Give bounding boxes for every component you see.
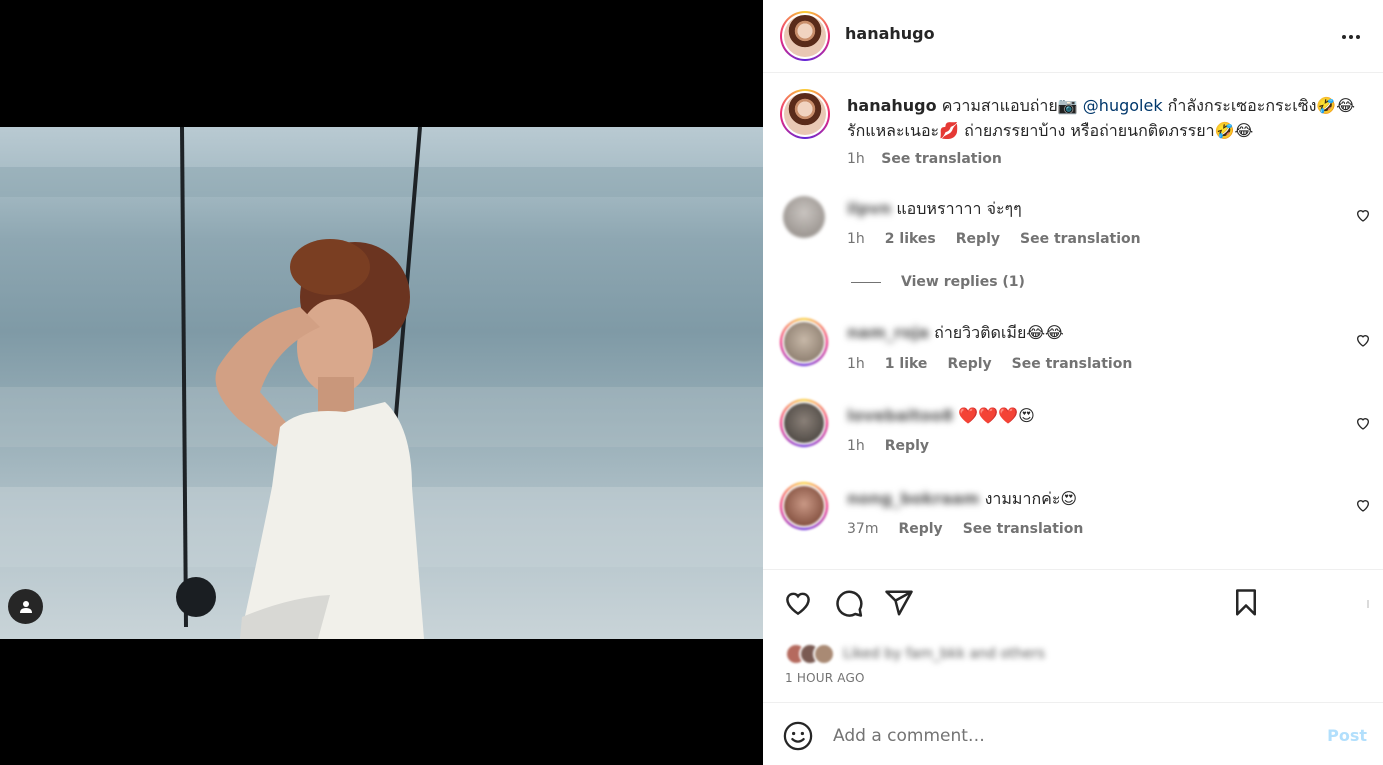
- comment-username[interactable]: nong_bokraam: [847, 489, 979, 508]
- comment-time[interactable]: 1h: [847, 356, 865, 372]
- view-replies-button[interactable]: View replies (1): [851, 274, 1025, 290]
- caption-text: ความสาแอบถ่าย📷: [936, 96, 1083, 115]
- caption-username[interactable]: hanahugo: [847, 96, 937, 115]
- comment-composer: Post: [763, 702, 1383, 765]
- comment-meta: 1h 1 like Reply See translation: [847, 356, 1152, 372]
- comment-text: แอบหราาาา จ่ะๆๆ: [896, 199, 1022, 218]
- post-comment-button[interactable]: Post: [1327, 726, 1367, 745]
- more-options-icon[interactable]: [1339, 25, 1363, 49]
- tagged-users-button[interactable]: [8, 589, 43, 624]
- share-icon[interactable]: [884, 588, 914, 618]
- like-heart-icon[interactable]: [783, 588, 813, 618]
- comment-meta: 1h Reply: [847, 438, 949, 454]
- comment-time[interactable]: 1h: [847, 231, 865, 247]
- post-actions: [763, 569, 1383, 639]
- comment-username[interactable]: lovebaitoo8: [847, 406, 953, 425]
- post-sidebar: hanahugo hanahugo ความสาแอบถ่าย📷 @hugole…: [763, 0, 1383, 765]
- caption-see-translation[interactable]: See translation: [881, 151, 1002, 167]
- comment-icon[interactable]: [834, 588, 864, 618]
- comment-likes[interactable]: 2 likes: [885, 231, 936, 247]
- emoji-icon[interactable]: [783, 721, 813, 751]
- comment-avatar[interactable]: [780, 399, 828, 447]
- post-header: hanahugo: [763, 0, 1383, 73]
- comment-avatar[interactable]: [783, 196, 825, 238]
- comment-text: ❤️❤️❤️😍: [958, 406, 1035, 425]
- comment-reply-button[interactable]: Reply: [956, 231, 1000, 247]
- comment-meta: 37m Reply See translation: [847, 521, 1103, 537]
- comment-like-heart-icon[interactable]: [1355, 332, 1371, 348]
- comment-see-translation[interactable]: See translation: [963, 521, 1084, 537]
- comment-reply-button[interactable]: Reply: [898, 521, 942, 537]
- comment-username[interactable]: nam_roja: [847, 323, 929, 342]
- liker-avatars: [785, 643, 835, 665]
- comment-username[interactable]: ilpvn: [847, 199, 891, 218]
- author-avatar[interactable]: [780, 11, 830, 61]
- save-bookmark-icon[interactable]: [1231, 588, 1261, 618]
- scroll-indicator: [1367, 600, 1369, 608]
- photo-subject: [176, 127, 424, 639]
- comment-row: lovebaitoo8 ❤️❤️❤️😍: [847, 405, 1035, 427]
- comment-reply-button[interactable]: Reply: [947, 356, 991, 372]
- comment-time[interactable]: 37m: [847, 521, 878, 537]
- caption-time[interactable]: 1h: [847, 151, 865, 167]
- post-photo[interactable]: [0, 127, 763, 639]
- caption-avatar[interactable]: [780, 89, 830, 139]
- comment-see-translation[interactable]: See translation: [1012, 356, 1133, 372]
- comment-meta: 1h 2 likes Reply See translation: [847, 231, 1161, 247]
- caption-meta: 1h See translation: [847, 147, 1357, 172]
- comment-likes[interactable]: 1 like: [885, 356, 928, 372]
- comment-row: ilpvn แอบหราาาา จ่ะๆๆ: [847, 198, 1022, 220]
- comment-row: nong_bokraam งามมากค่ะ😍: [847, 488, 1077, 510]
- comment-input[interactable]: [833, 722, 1303, 750]
- author-username[interactable]: hanahugo: [845, 24, 935, 43]
- post-media: [0, 0, 763, 765]
- caption-mention[interactable]: @hugolek: [1083, 96, 1163, 115]
- comment-see-translation[interactable]: See translation: [1020, 231, 1141, 247]
- comment-text: ถ่ายวิวติดเมีย😂😂: [934, 323, 1064, 342]
- user-icon: [19, 600, 32, 613]
- post-caption: hanahugo ความสาแอบถ่าย📷 @hugolek กำลังกร…: [847, 93, 1357, 172]
- comment-text: งามมากค่ะ😍: [984, 489, 1078, 508]
- likes-text: Liked by fam_bkk and others: [843, 646, 1045, 662]
- comment-avatar[interactable]: [780, 482, 828, 530]
- comment-like-heart-icon[interactable]: [1355, 415, 1371, 431]
- post-timestamp[interactable]: 1 HOUR AGO: [785, 671, 865, 685]
- comment-avatar[interactable]: [780, 318, 828, 366]
- comment-row: nam_roja ถ่ายวิวติดเมีย😂😂: [847, 322, 1064, 344]
- comment-time[interactable]: 1h: [847, 438, 865, 454]
- comment-like-heart-icon[interactable]: [1355, 207, 1371, 223]
- comment-like-heart-icon[interactable]: [1355, 497, 1371, 513]
- likes-summary[interactable]: Liked by fam_bkk and others: [785, 640, 1045, 668]
- comment-reply-button[interactable]: Reply: [885, 438, 929, 454]
